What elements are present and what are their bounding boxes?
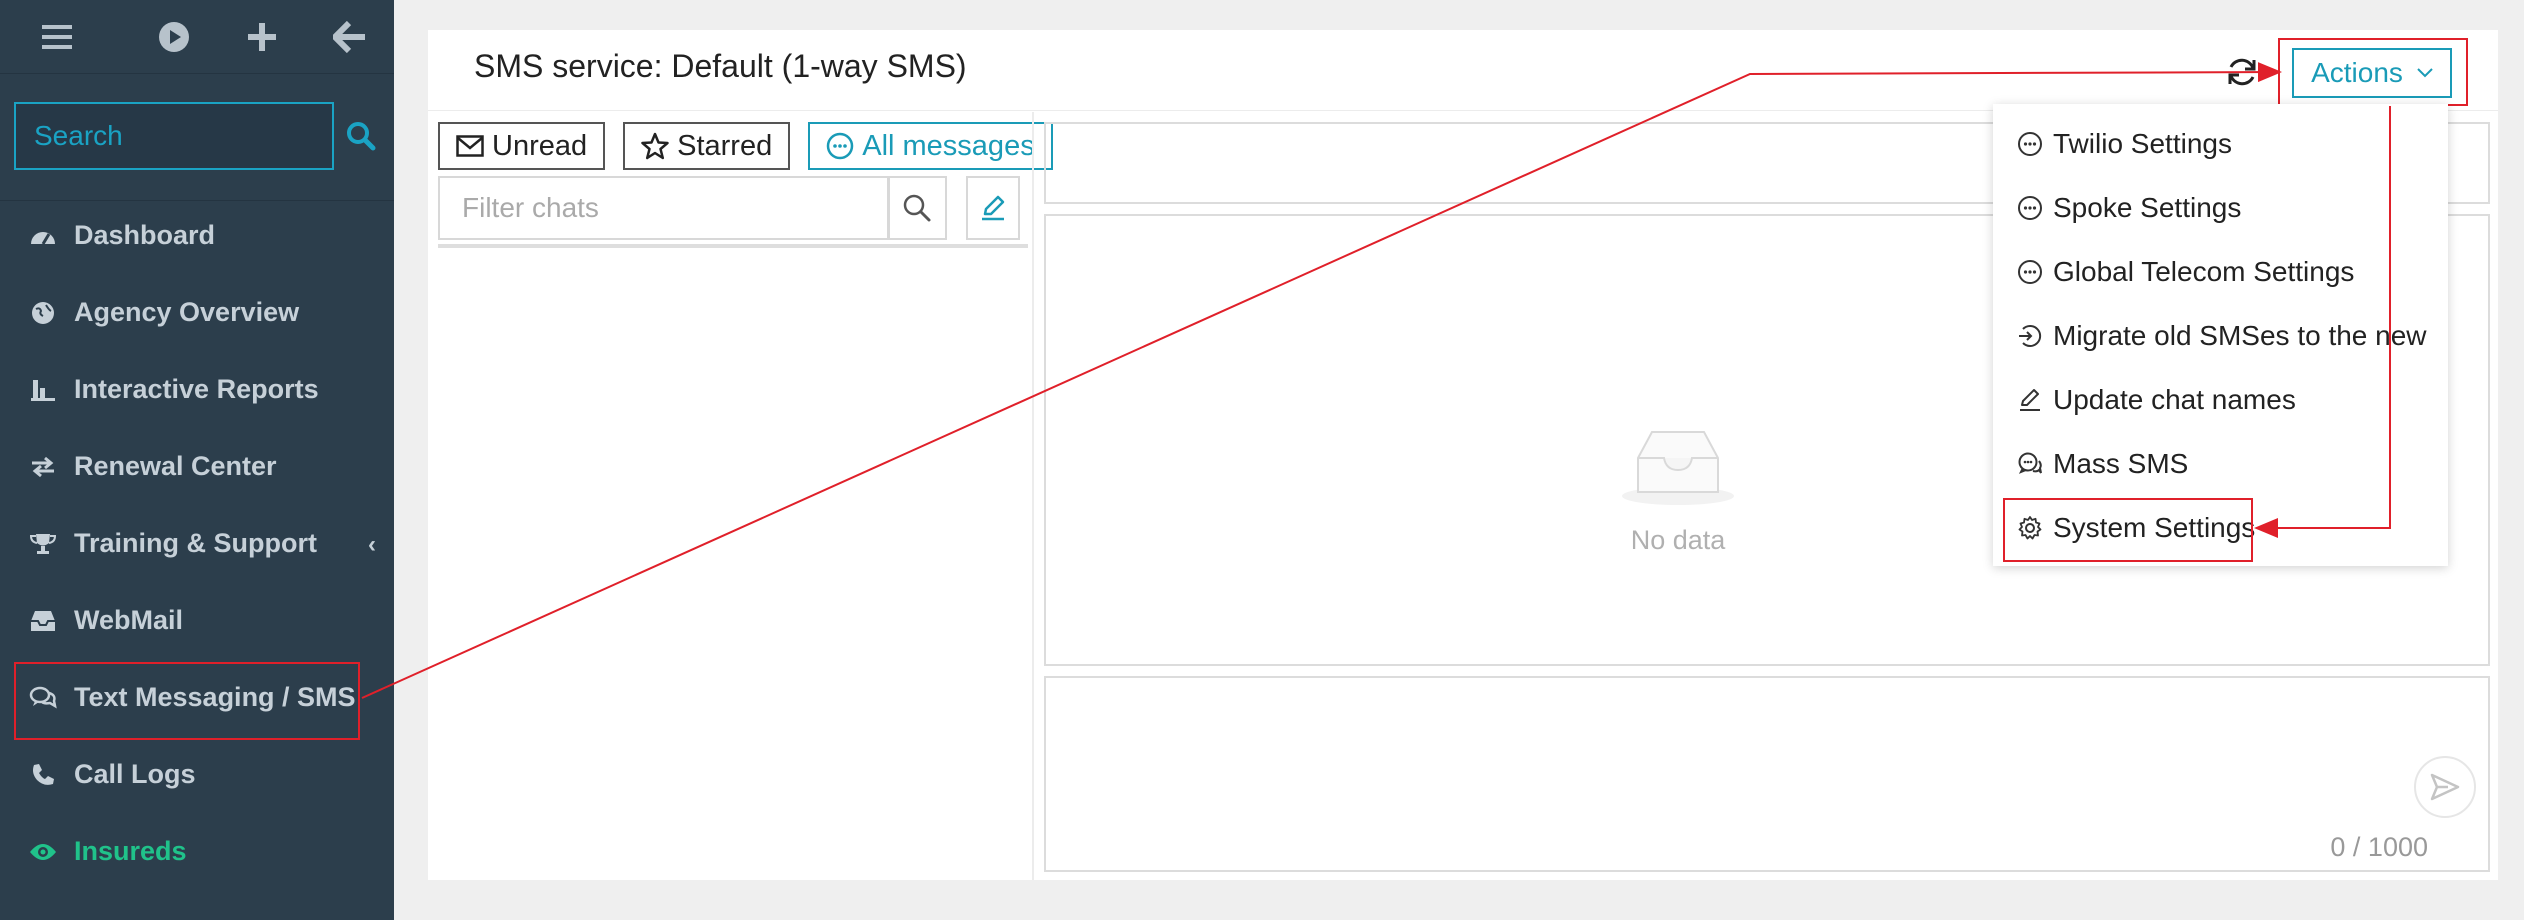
chat-list-divider [438, 244, 1028, 248]
empty-state-text: No data [1630, 525, 1726, 555]
play-circle-icon [158, 21, 189, 52]
tab-label: Unread [492, 129, 588, 162]
add-button[interactable] [218, 0, 306, 74]
star-icon [641, 132, 669, 160]
sidebar-item-interactive-reports[interactable]: Interactive Reports [0, 351, 394, 428]
envelope-icon [456, 135, 484, 157]
sidebar-item-label: Renewal Center [74, 451, 277, 481]
send-button[interactable] [2414, 756, 2476, 818]
sidebar-item-webmail[interactable]: WebMail [0, 582, 394, 659]
menu-item-label: Update chat names [2053, 384, 2296, 415]
sidebar-item-dashboard[interactable]: Dashboard [0, 197, 394, 274]
tab-unread[interactable]: Unread [438, 122, 606, 170]
menu-toggle-button[interactable] [38, 0, 76, 74]
globe-icon [26, 296, 60, 330]
tab-label: All messages [862, 129, 1035, 162]
search-icon [903, 194, 930, 222]
tab-starred[interactable]: Starred [623, 122, 791, 170]
chevron-left-icon: ‹ [368, 531, 376, 558]
back-button[interactable] [306, 0, 394, 74]
sidebar-item-label: Training & Support [74, 528, 317, 558]
menu-item-label: Global Telecom Settings [2053, 256, 2355, 287]
annotation-highlight-system-settings [2003, 498, 2253, 562]
empty-state: No data [1568, 426, 1788, 556]
send-icon [2430, 773, 2460, 801]
inbox-icon [26, 604, 60, 638]
chat-filter-tabs: Unread Starred All messages [438, 122, 1053, 170]
refresh-icon [2228, 58, 2256, 86]
hamburger-icon [41, 24, 72, 49]
sidebar-item-renewal-center[interactable]: Renewal Center [0, 428, 394, 505]
phone-icon [26, 758, 60, 792]
sidebar: Dashboard Agency Overview Interactive Re… [0, 0, 394, 920]
eye-icon [26, 835, 60, 869]
menu-item-label: Twilio Settings [2053, 128, 2232, 159]
empty-inbox-icon [1622, 431, 1734, 505]
actions-dropdown-menu: Twilio Settings Spoke Settings Global Te… [1993, 104, 2448, 566]
chat-bubble-icon [2015, 129, 2045, 159]
filter-search-button[interactable] [887, 176, 947, 240]
trophy-icon [26, 527, 60, 561]
refresh-button[interactable] [2222, 52, 2262, 92]
sidebar-item-label: Insureds [74, 836, 187, 866]
filter-chats [438, 176, 890, 240]
sidebar-search-button[interactable] [334, 102, 388, 170]
plus-icon [247, 22, 276, 51]
menu-item-label: Spoke Settings [2053, 192, 2242, 223]
sidebar-search-input[interactable] [14, 102, 334, 170]
sidebar-item-label: Agency Overview [74, 297, 300, 327]
arrow-left-icon [332, 20, 365, 53]
sidebar-toolbar [0, 0, 394, 74]
new-chat-button[interactable] [966, 176, 1020, 240]
sidebar-item-agency-overview[interactable]: Agency Overview [0, 274, 394, 351]
menu-item-label: Mass SMS [2053, 448, 2189, 479]
menu-item-twilio-settings[interactable]: Twilio Settings [2015, 114, 2232, 174]
sidebar-nav: Dashboard Agency Overview Interactive Re… [0, 197, 394, 890]
chat-bubble-icon [2015, 193, 2045, 223]
filter-chats-input[interactable] [440, 178, 888, 238]
tab-all-messages[interactable]: All messages [808, 122, 1053, 170]
sidebar-item-insureds[interactable]: Insureds [0, 813, 394, 890]
menu-item-migrate-smses[interactable]: Migrate old SMSes to the new [2015, 306, 2427, 366]
play-button[interactable] [130, 0, 218, 74]
menu-item-label: Migrate old SMSes to the new [2053, 320, 2427, 351]
chat-bubble-icon [826, 132, 854, 160]
exchange-icon [26, 450, 60, 484]
sidebar-item-label: WebMail [74, 605, 184, 635]
menu-item-mass-sms[interactable]: Mass SMS [2015, 434, 2188, 494]
page-title: SMS service: Default (1-way SMS) [474, 48, 967, 84]
tab-label: Starred [677, 129, 773, 162]
edit-icon [982, 195, 1005, 221]
sidebar-item-training-support[interactable]: Training & Support ‹ [0, 505, 394, 582]
chat-bubble-icon [2015, 257, 2045, 287]
search-icon [347, 122, 376, 151]
menu-item-global-telecom-settings[interactable]: Global Telecom Settings [2015, 242, 2354, 302]
edit-icon [2015, 385, 2045, 415]
sidebar-item-label: Dashboard [74, 220, 216, 250]
dashboard-icon [26, 219, 60, 253]
comments-icon [2015, 449, 2045, 479]
migrate-icon [2015, 321, 2045, 351]
sidebar-item-call-logs[interactable]: Call Logs [0, 736, 394, 813]
annotation-highlight-actions [2278, 38, 2468, 106]
annotation-highlight-sms [14, 662, 360, 740]
sidebar-item-label: Interactive Reports [74, 374, 319, 404]
sidebar-item-label: Call Logs [74, 759, 196, 789]
sidebar-search [14, 102, 388, 170]
bar-chart-icon [26, 373, 60, 407]
menu-item-update-chat-names[interactable]: Update chat names [2015, 370, 2296, 430]
pane-separator [1032, 112, 1034, 880]
menu-item-spoke-settings[interactable]: Spoke Settings [2015, 178, 2241, 238]
character-counter: 0 / 1000 [2330, 832, 2428, 862]
